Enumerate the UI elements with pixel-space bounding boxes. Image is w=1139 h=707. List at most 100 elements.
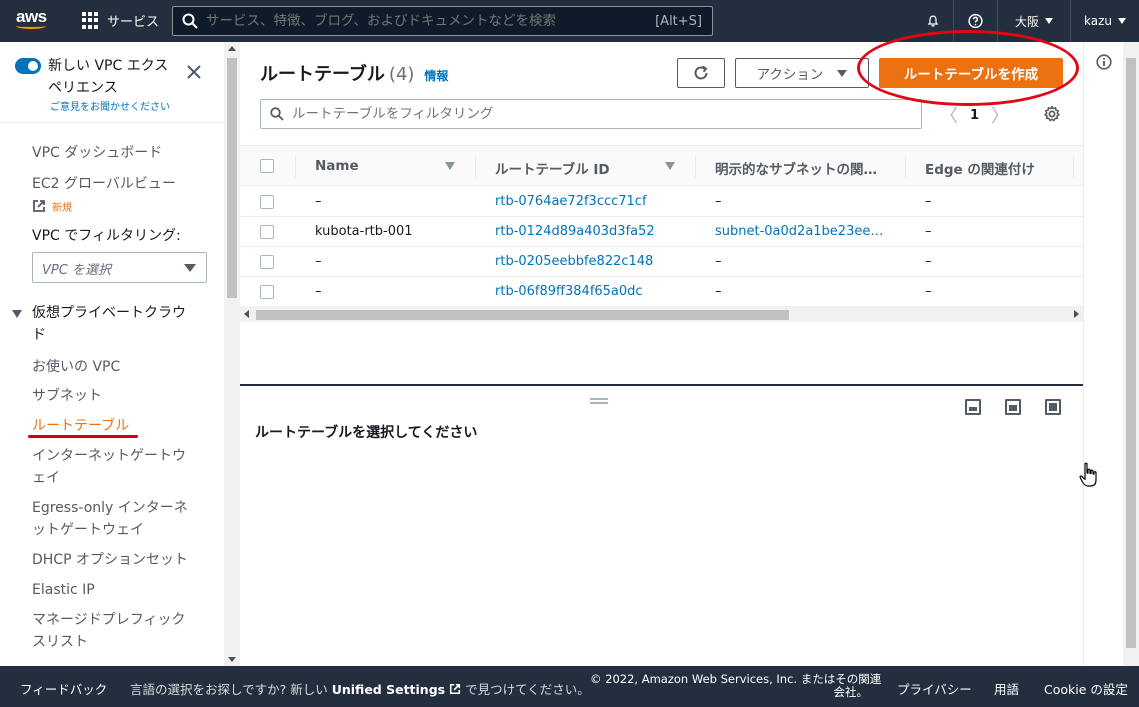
table-row[interactable]: kubota-rtb-001 rtb-0124d89a403d3fa52 sub… xyxy=(240,217,1083,247)
table-row[interactable]: – rtb-0764ae72f3ccc71cf – – xyxy=(240,187,1083,217)
notifications-button[interactable] xyxy=(913,0,953,42)
column-divider xyxy=(295,156,296,178)
table-horizontal-scrollbar[interactable] xyxy=(240,306,1083,322)
drag-handle-icon[interactable] xyxy=(590,398,608,404)
sidebar-item-subnets[interactable]: サブネット xyxy=(32,385,102,407)
footer-privacy-link[interactable]: プライバシー xyxy=(897,679,972,698)
caret-down-icon xyxy=(184,264,196,272)
help-button[interactable] xyxy=(953,0,997,42)
account-menu[interactable]: kazu xyxy=(1070,0,1139,42)
row-checkbox[interactable] xyxy=(260,225,274,239)
sidebar-item-dashboard[interactable]: VPC ダッシュボード xyxy=(32,142,162,164)
sidebar-item-elastic-ip[interactable]: Elastic IP xyxy=(32,579,95,601)
filter-search[interactable] xyxy=(260,99,922,129)
table-row[interactable]: – rtb-06f89ff384f65a0dc – – xyxy=(240,277,1083,307)
new-badge: 新規 xyxy=(52,203,72,214)
scroll-left-icon[interactable] xyxy=(244,310,249,318)
scrollbar-thumb[interactable] xyxy=(256,310,789,320)
panel-full-icon[interactable] xyxy=(1045,399,1061,415)
copyright-line-2: 会社。 xyxy=(833,685,869,699)
filter-input[interactable] xyxy=(292,106,892,122)
panel-bottom-icon[interactable] xyxy=(965,399,981,415)
info-link[interactable]: 情報 xyxy=(424,69,448,83)
section-title-vpc[interactable]: 仮想プライベートクラウド xyxy=(32,302,192,346)
sidebar-item-internet-gateways[interactable]: インターネットゲートウェイ xyxy=(32,445,192,489)
column-header-edge[interactable]: Edge の関連付け xyxy=(925,158,1035,178)
cell-subnet[interactable]: subnet-0a0d2a1be23ee… xyxy=(715,224,883,239)
main-content: ルートテーブル(4) 情報 アクション ルートテーブルを作成 〈 1 〉 Name… xyxy=(240,42,1083,666)
chevron-left-icon[interactable]: 〈 xyxy=(940,102,958,128)
scrollbar-thumb[interactable] xyxy=(1126,58,1136,648)
cell-name: – xyxy=(315,254,322,269)
sort-icon[interactable] xyxy=(445,162,455,170)
gear-icon[interactable] xyxy=(1043,105,1061,123)
aws-logo[interactable]: aws xyxy=(16,8,50,33)
scrollbar-thumb[interactable] xyxy=(227,58,237,298)
page-title: ルートテーブル (4) 情報 xyxy=(260,60,448,86)
sidebar-item-egress-only-igw[interactable]: Egress-only インターネットゲートウェイ xyxy=(32,497,192,541)
sidebar-scrollbar[interactable] xyxy=(224,42,240,666)
page-scrollbar[interactable] xyxy=(1123,42,1139,666)
sidebar-item-dhcp-options[interactable]: DHCP オプションセット xyxy=(32,549,188,571)
column-divider xyxy=(905,156,906,178)
cell-route-table-id[interactable]: rtb-06f89ff384f65a0dc xyxy=(495,284,643,299)
panel-side-icon[interactable] xyxy=(1005,399,1021,415)
create-route-table-button[interactable]: ルートテーブルを作成 xyxy=(879,58,1063,88)
new-experience-toggle[interactable] xyxy=(15,58,41,74)
sidebar-item-prefix-lists[interactable]: マネージドプレフィックスリスト xyxy=(32,609,192,653)
footer-language-notice: 言語の選択をお探しですか? 新しい Unified Settings で見つけて… xyxy=(130,679,590,698)
vpc-filter-select[interactable]: VPC を選択 xyxy=(32,252,207,283)
global-search[interactable]: [Alt+S] xyxy=(172,6,713,36)
cell-subnet: – xyxy=(715,284,722,299)
info-icon[interactable] xyxy=(1096,54,1112,70)
scroll-up-icon[interactable] xyxy=(228,46,236,51)
search-input[interactable] xyxy=(206,13,646,29)
cell-subnet: – xyxy=(715,254,722,269)
row-checkbox[interactable] xyxy=(260,255,274,269)
sort-icon[interactable] xyxy=(665,162,675,170)
actions-dropdown-button[interactable]: アクション xyxy=(735,58,869,88)
footer-feedback-link[interactable]: フィードバック xyxy=(20,679,107,698)
cell-route-table-id[interactable]: rtb-0124d89a403d3fa52 xyxy=(495,224,655,239)
close-icon[interactable] xyxy=(186,64,202,80)
cell-subnet: – xyxy=(715,194,722,209)
cell-name: – xyxy=(315,194,322,209)
footer-cookie-link[interactable]: Cookie の設定 xyxy=(1044,679,1128,698)
services-menu-button[interactable]: サービス xyxy=(82,11,159,30)
copyright: © 2022, Amazon Web Services, Inc. またはその関… xyxy=(590,672,882,699)
annotation-underline xyxy=(28,435,138,438)
column-divider xyxy=(1073,156,1074,178)
footer-terms-link[interactable]: 用語 xyxy=(994,679,1019,698)
sidebar-item-ec2-global-view[interactable]: EC2 グローバルビュー xyxy=(32,173,176,195)
search-icon xyxy=(270,107,284,121)
column-header-id[interactable]: ルートテーブル ID xyxy=(495,158,610,178)
table-row[interactable]: – rtb-0205eebbfe822c148 – – xyxy=(240,247,1083,277)
row-checkbox[interactable] xyxy=(260,285,274,299)
cell-route-table-id[interactable]: rtb-0764ae72f3ccc71cf xyxy=(495,194,647,209)
region-selector[interactable]: 大阪 xyxy=(997,0,1070,42)
row-checkbox[interactable] xyxy=(260,195,274,209)
actions-label: アクション xyxy=(756,67,824,83)
cell-name: kubota-rtb-001 xyxy=(315,224,413,239)
column-header-name[interactable]: Name xyxy=(315,158,359,174)
grid-icon xyxy=(82,12,99,29)
page-title-text: ルートテーブル xyxy=(260,64,385,85)
cell-route-table-id[interactable]: rtb-0205eebbfe822c148 xyxy=(495,254,653,269)
chevron-right-icon[interactable]: 〉 xyxy=(991,102,1009,128)
refresh-button[interactable] xyxy=(677,58,725,88)
unified-settings-link[interactable]: Unified Settings xyxy=(332,682,445,697)
divider xyxy=(0,122,224,123)
section-expand-icon[interactable] xyxy=(12,310,22,318)
sidebar-item-route-tables[interactable]: ルートテーブル xyxy=(32,415,129,437)
page-number[interactable]: 1 xyxy=(970,108,979,123)
column-header-subnet[interactable]: 明示的なサブネットの関… xyxy=(715,158,877,178)
copyright-line-1: © 2022, Amazon Web Services, Inc. またはその関… xyxy=(590,672,882,686)
side-navigation: 新しい VPC エクスペリエンス ご意見をお聞かせください VPC ダッシュボー… xyxy=(0,42,224,666)
scroll-down-icon[interactable] xyxy=(228,657,236,662)
sidebar-item-ec2-extras: 新規 xyxy=(32,196,72,220)
scroll-right-icon[interactable] xyxy=(1074,310,1079,318)
sidebar-item-your-vpcs[interactable]: お使いの VPC xyxy=(32,356,120,378)
feedback-link[interactable]: ご意見をお聞かせください xyxy=(50,98,170,113)
select-all-checkbox[interactable] xyxy=(260,159,274,173)
hand-cursor-icon xyxy=(1079,462,1097,487)
